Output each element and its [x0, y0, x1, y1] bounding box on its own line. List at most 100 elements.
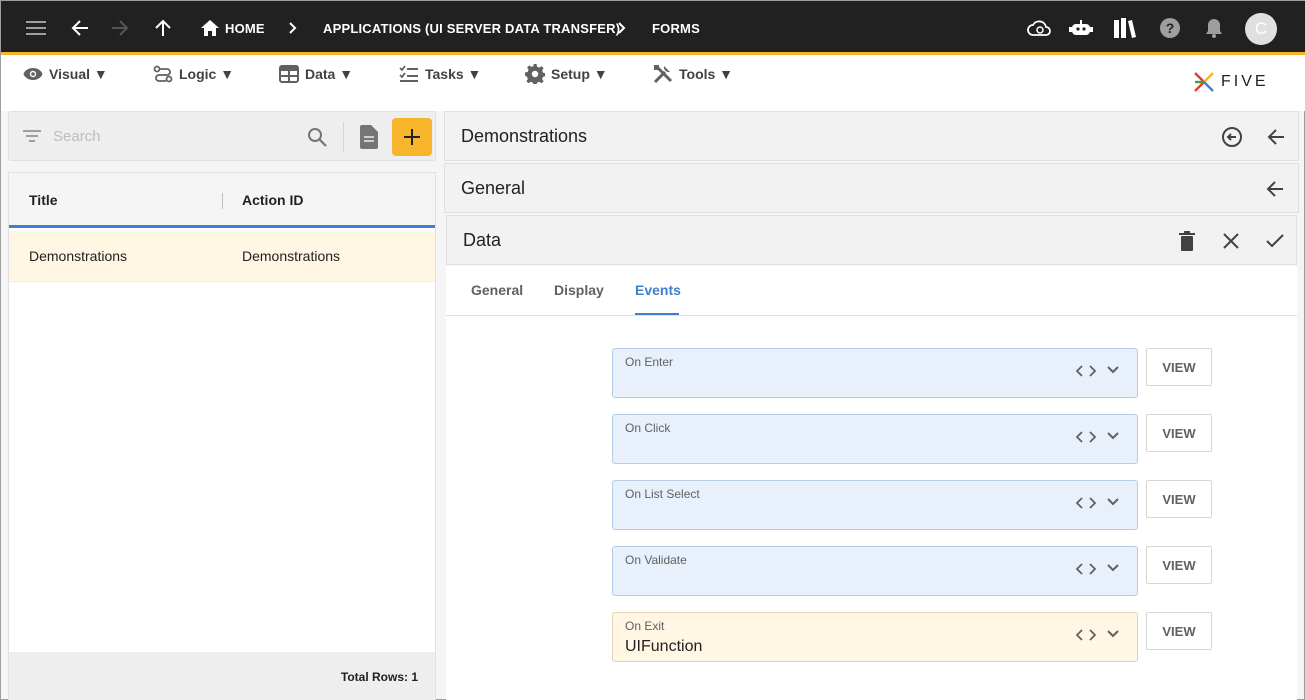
on-enter-field[interactable]: On Enter: [612, 348, 1138, 398]
chevron-right-icon: [285, 1, 301, 55]
menu-tools-label: Tools ▼: [679, 66, 734, 82]
menu-logic-label: Logic ▼: [179, 66, 235, 82]
grid-header: Title Action ID: [9, 173, 435, 228]
grid-footer: Total Rows: 1: [9, 652, 435, 700]
search-bar: Search: [8, 111, 436, 161]
menu-setup-label: Setup ▼: [551, 66, 608, 82]
menu-logic[interactable]: Logic ▼: [153, 63, 234, 85]
field-label: On Exit: [625, 619, 665, 633]
code-icon[interactable]: [1076, 497, 1096, 509]
table-icon: [279, 65, 299, 83]
svg-text:?: ?: [1166, 20, 1175, 36]
tab-display[interactable]: Display: [554, 282, 604, 298]
flow-icon: [153, 65, 173, 83]
tab-events[interactable]: Events: [635, 282, 681, 298]
view-button[interactable]: VIEW: [1146, 348, 1212, 386]
on-validate-field[interactable]: On Validate: [612, 546, 1138, 596]
up-arrow-icon[interactable]: [150, 1, 176, 55]
hamburger-menu-icon[interactable]: [23, 1, 49, 55]
on-list-select-field[interactable]: On List Select: [612, 480, 1138, 530]
general-title: General: [461, 178, 526, 198]
menu-data-label: Data ▼: [305, 66, 354, 82]
table-row[interactable]: Demonstrations Demonstrations: [9, 231, 435, 282]
history-icon[interactable]: [1218, 123, 1246, 151]
plus-icon: [404, 129, 420, 145]
field-value: UIFunction: [625, 638, 703, 655]
back-arrow-icon[interactable]: [67, 1, 93, 55]
five-logo-icon: [1194, 72, 1214, 92]
avatar[interactable]: C: [1245, 13, 1277, 45]
menu-bar: Visual ▼ Logic ▼ Data ▼ Tasks ▼ Setup ▼ …: [1, 55, 1305, 111]
general-header: General: [444, 163, 1299, 213]
five-logo: FIVE: [1193, 71, 1269, 93]
document-icon[interactable]: [360, 125, 378, 149]
home-icon[interactable]: [200, 1, 220, 55]
menu-visual-label: Visual ▼: [49, 66, 108, 82]
view-button[interactable]: VIEW: [1146, 480, 1212, 518]
data-header: Data: [446, 215, 1297, 265]
notifications-bell-icon[interactable]: [1201, 1, 1227, 55]
list-panel: Search Title Action ID Demonstrations De…: [8, 111, 436, 700]
column-divider: [222, 193, 223, 209]
menu-tasks-label: Tasks ▼: [425, 66, 482, 82]
back-arrow-icon[interactable]: [1261, 175, 1289, 203]
code-icon[interactable]: [1076, 431, 1096, 443]
search-divider: [343, 122, 344, 152]
code-icon[interactable]: [1076, 365, 1096, 377]
field-label: On Enter: [625, 355, 674, 369]
breadcrumb-home[interactable]: HOME: [225, 1, 265, 55]
add-record-button[interactable]: [392, 118, 432, 156]
chevron-down-icon[interactable]: [1107, 498, 1119, 506]
code-icon[interactable]: [1076, 563, 1096, 575]
cloud-sync-icon[interactable]: [1026, 1, 1052, 55]
help-icon[interactable]: ?: [1157, 1, 1183, 55]
menu-setup[interactable]: Setup ▼: [525, 63, 608, 85]
delete-icon[interactable]: [1173, 227, 1201, 255]
menu-tasks[interactable]: Tasks ▼: [399, 63, 481, 85]
code-icon[interactable]: [1076, 629, 1096, 641]
form-tabs: General Display Events: [446, 266, 1297, 316]
checklist-icon: [399, 65, 418, 82]
view-button[interactable]: VIEW: [1146, 612, 1212, 650]
data-title: Data: [463, 230, 502, 250]
menu-data[interactable]: Data ▼: [279, 63, 353, 85]
chevron-down-icon[interactable]: [1107, 564, 1119, 572]
gear-icon: [525, 64, 545, 84]
search-input[interactable]: Search: [53, 128, 101, 145]
tab-general[interactable]: General: [471, 282, 523, 298]
view-button[interactable]: VIEW: [1146, 414, 1212, 452]
app-bar: HOME APPLICATIONS (UI SERVER DATA TRANSF…: [1, 1, 1305, 55]
eye-icon: [23, 68, 43, 80]
column-header-title[interactable]: Title: [29, 192, 58, 208]
back-arrow-icon[interactable]: [1262, 123, 1290, 151]
forward-arrow-icon[interactable]: [107, 1, 133, 55]
robot-icon[interactable]: [1068, 1, 1094, 55]
menu-visual[interactable]: Visual ▼: [23, 63, 108, 85]
field-label: On Validate: [625, 553, 687, 567]
chevron-down-icon[interactable]: [1107, 432, 1119, 440]
events-form: General Display Events On Enter VIEW On …: [446, 266, 1297, 700]
active-tab-indicator: [635, 313, 679, 315]
view-button[interactable]: VIEW: [1146, 546, 1212, 584]
cell-title: Demonstrations: [29, 248, 128, 264]
breadcrumb-application[interactable]: APPLICATIONS (UI SERVER DATA TRANSFER): [323, 1, 620, 55]
field-label: On List Select: [625, 487, 700, 501]
save-check-icon[interactable]: [1261, 227, 1289, 255]
on-exit-field[interactable]: On Exit UIFunction: [612, 612, 1138, 662]
field-label: On Click: [625, 421, 671, 435]
record-title: Demonstrations: [461, 126, 588, 146]
total-rows: Total Rows: 1: [340, 670, 418, 684]
search-icon[interactable]: [307, 127, 327, 147]
close-icon[interactable]: [1217, 227, 1245, 255]
chevron-right-icon: [614, 1, 630, 55]
records-grid: Title Action ID Demonstrations Demonstra…: [8, 172, 436, 700]
on-click-field[interactable]: On Click: [612, 414, 1138, 464]
filter-icon[interactable]: [23, 130, 41, 142]
chevron-down-icon[interactable]: [1107, 366, 1119, 374]
chevron-down-icon[interactable]: [1107, 630, 1119, 638]
logo-text: FIVE: [1221, 73, 1269, 90]
library-books-icon[interactable]: [1112, 1, 1138, 55]
column-header-action-id[interactable]: Action ID: [242, 192, 303, 208]
menu-tools[interactable]: Tools ▼: [653, 63, 733, 85]
breadcrumb-forms: FORMS: [652, 20, 700, 36]
